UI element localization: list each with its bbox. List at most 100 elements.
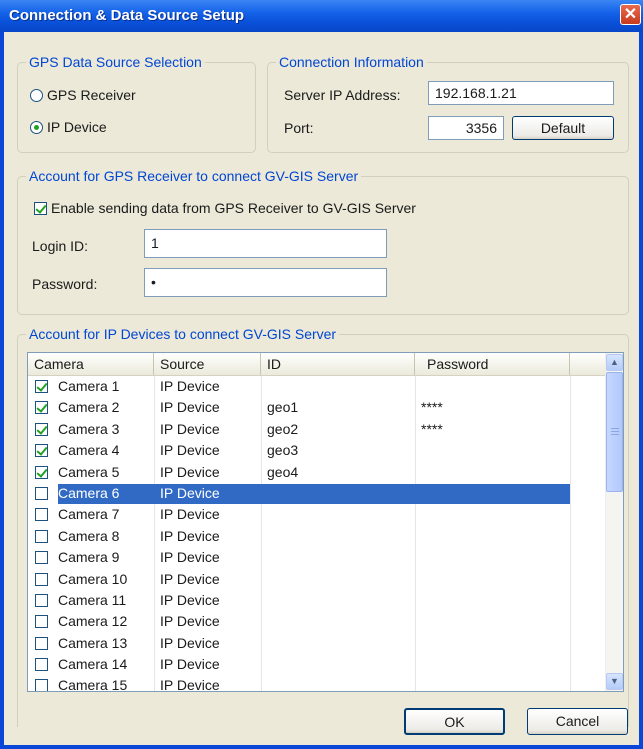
server-ip-label: Server IP Address: xyxy=(284,87,401,103)
cell-source: IP Device xyxy=(160,677,220,692)
cell-source: IP Device xyxy=(160,399,220,416)
cell-camera: Camera 5 xyxy=(58,463,120,480)
table-row[interactable]: Camera 13 IP Device xyxy=(28,633,606,654)
row-checkbox[interactable] xyxy=(35,508,48,522)
ip-device-label[interactable]: IP Device xyxy=(47,119,107,135)
gps-source-legend: GPS Data Source Selection xyxy=(29,54,202,70)
cell-source: IP Device xyxy=(160,591,220,608)
table-row[interactable]: Camera 6 IP Device xyxy=(28,483,606,504)
chevron-up-icon: ▲ xyxy=(610,357,619,367)
row-checkbox[interactable] xyxy=(35,593,48,607)
scroll-up-button[interactable]: ▲ xyxy=(606,354,623,371)
server-ip-input[interactable]: 192.168.1.21 xyxy=(428,81,614,105)
cell-camera: Camera 4 xyxy=(58,442,120,459)
close-button[interactable]: ✕ xyxy=(620,4,641,25)
gps-receiver-label[interactable]: GPS Receiver xyxy=(47,87,136,103)
row-checkbox[interactable] xyxy=(35,679,48,691)
cell-id: geo1 xyxy=(267,399,299,416)
gps-receiver-radio[interactable] xyxy=(30,89,43,102)
column-header-camera[interactable]: Camera xyxy=(28,353,154,375)
cell-camera: Camera 13 xyxy=(58,634,128,651)
camera-account-list[interactable]: Camera Source ID Password Camera 1 IP Dev… xyxy=(27,352,624,692)
cell-camera: Camera 11 xyxy=(58,591,127,608)
row-checkbox[interactable] xyxy=(35,401,48,415)
ip-device-radio[interactable] xyxy=(30,121,43,134)
table-row[interactable]: Camera 1 IP Device xyxy=(28,376,606,397)
cell-camera: Camera 15 xyxy=(58,677,128,692)
cancel-button[interactable]: Cancel xyxy=(527,708,628,735)
cell-password: **** xyxy=(421,399,443,416)
dialog-body: GPS Data Source Selection GPS Receiver I… xyxy=(4,32,639,745)
cell-id: geo4 xyxy=(267,463,299,480)
table-row[interactable]: Camera 10 IP Device xyxy=(28,569,606,590)
cell-camera: Camera 12 xyxy=(58,613,128,630)
table-row[interactable]: Camera 2 IP Device geo1 **** xyxy=(28,397,606,418)
row-checkbox[interactable] xyxy=(35,551,48,565)
table-row[interactable]: Camera 3 IP Device geo2 **** xyxy=(28,419,606,440)
table-row[interactable]: Camera 14 IP Device xyxy=(28,654,606,675)
row-checkbox[interactable] xyxy=(35,444,48,458)
port-label: Port: xyxy=(284,120,314,136)
dialog-window: Connection & Data Source Setup ✕ GPS Dat… xyxy=(0,0,643,749)
cell-camera: Camera 6 xyxy=(58,484,120,501)
column-header-password[interactable]: Password xyxy=(415,353,570,375)
row-checkbox[interactable] xyxy=(35,465,48,479)
vertical-scrollbar[interactable]: ▲ ▼ xyxy=(605,353,623,691)
cell-camera: Camera 7 xyxy=(58,506,120,523)
title-bar[interactable]: Connection & Data Source Setup ✕ xyxy=(0,0,643,32)
column-header-source[interactable]: Source xyxy=(154,353,261,375)
table-row[interactable]: Camera 4 IP Device geo3 xyxy=(28,440,606,461)
row-checkbox[interactable] xyxy=(35,486,48,500)
cell-source: IP Device xyxy=(160,463,220,480)
cell-source: IP Device xyxy=(160,378,220,394)
camera-rows: Camera 1 IP Device Camera 2 IP Device geo1 **… xyxy=(28,376,606,692)
table-row[interactable]: Camera 7 IP Device xyxy=(28,504,606,525)
row-checkbox[interactable] xyxy=(35,615,48,629)
table-row[interactable]: Camera 12 IP Device xyxy=(28,611,606,632)
cell-source: IP Device xyxy=(160,442,220,459)
cell-camera: Camera 3 xyxy=(58,420,120,437)
cell-source: IP Device xyxy=(160,484,220,501)
cell-camera: Camera 10 xyxy=(58,570,128,587)
row-checkbox[interactable] xyxy=(35,572,48,586)
row-checkbox[interactable] xyxy=(35,529,48,543)
row-checkbox[interactable] xyxy=(35,380,48,393)
enable-sending-label[interactable]: Enable sending data from GPS Receiver to… xyxy=(51,200,416,216)
table-row[interactable]: Camera 9 IP Device xyxy=(28,547,606,568)
column-header-id[interactable]: ID xyxy=(261,353,415,375)
row-checkbox[interactable] xyxy=(35,636,48,650)
cell-camera: Camera 14 xyxy=(58,656,128,673)
cell-password: **** xyxy=(421,420,443,437)
scroll-thumb[interactable] xyxy=(606,372,623,492)
table-row[interactable]: Camera 8 IP Device xyxy=(28,526,606,547)
enable-sending-checkbox[interactable] xyxy=(34,202,47,215)
row-checkbox[interactable] xyxy=(35,658,48,672)
table-row[interactable]: Camera 15 IP Device xyxy=(28,675,606,692)
row-checkbox[interactable] xyxy=(35,422,48,436)
cell-source: IP Device xyxy=(160,656,220,673)
cell-camera: Camera 8 xyxy=(58,527,120,544)
list-header: Camera Source ID Password xyxy=(28,353,623,376)
port-input[interactable]: 3356 xyxy=(428,116,504,140)
row-selection-highlight xyxy=(58,483,570,504)
default-button[interactable]: Default xyxy=(512,116,614,140)
cell-source: IP Device xyxy=(160,570,220,587)
login-id-label: Login ID: xyxy=(32,238,89,254)
window-title: Connection & Data Source Setup xyxy=(9,7,245,24)
gps-source-group: GPS Data Source Selection xyxy=(17,54,256,153)
cell-id: geo3 xyxy=(267,442,299,459)
login-id-input[interactable]: 1 xyxy=(144,229,387,258)
ip-accounts-legend: Account for IP Devices to connect GV-GIS… xyxy=(29,326,337,342)
scroll-down-button[interactable]: ▼ xyxy=(606,673,623,690)
cell-source: IP Device xyxy=(160,506,220,523)
close-icon: ✕ xyxy=(623,6,638,23)
table-row[interactable]: Camera 5 IP Device geo4 xyxy=(28,462,606,483)
cell-source: IP Device xyxy=(160,634,220,651)
table-row[interactable]: Camera 11 IP Device xyxy=(28,590,606,611)
cell-source: IP Device xyxy=(160,420,220,437)
password-input[interactable]: • xyxy=(144,268,387,297)
connection-legend: Connection Information xyxy=(279,54,424,70)
cell-source: IP Device xyxy=(160,527,220,544)
ok-button[interactable]: OK xyxy=(404,708,505,735)
chevron-down-icon: ▼ xyxy=(610,676,619,686)
